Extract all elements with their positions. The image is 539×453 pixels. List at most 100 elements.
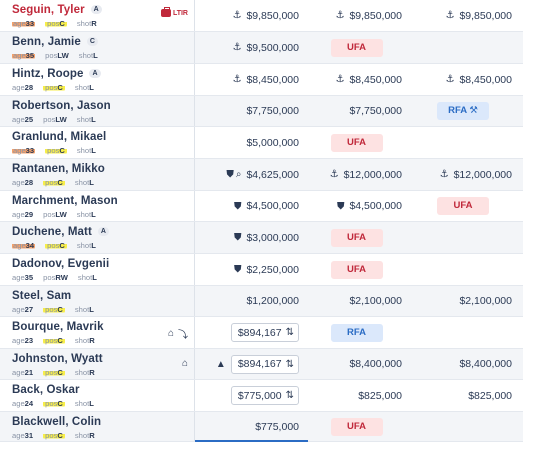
swap-arrows-icon: ⇅: [285, 390, 294, 401]
player-meta: age33 posC shotR: [12, 19, 107, 28]
cap-hit-toggle[interactable]: $894,167 ⇅: [230, 323, 299, 342]
player-name[interactable]: Dadonov, Evgenii: [12, 258, 109, 270]
player-name[interactable]: Seguin, Tyler: [12, 4, 85, 16]
player-name-link[interactable]: Back, Oskar: [12, 384, 80, 396]
pos-highlight: posC: [43, 431, 65, 440]
age-value: 27: [24, 305, 34, 314]
season-cap-cell: $8,400,000: [305, 349, 408, 379]
player-meta: age28 posC shotL: [12, 83, 104, 92]
player-name[interactable]: Johnston, Wyatt: [12, 353, 103, 365]
player-name[interactable]: Steel, Sam: [12, 290, 71, 302]
shot-label: shot: [78, 51, 94, 60]
player-name[interactable]: Granlund, Mikael: [12, 131, 106, 143]
player-name[interactable]: Rantanen, Mikko: [12, 163, 105, 175]
ufa-badge[interactable]: UFA: [437, 197, 489, 215]
player-name-link[interactable]: Marchment, Mason: [12, 195, 118, 207]
player-name[interactable]: Blackwell, Colin: [12, 416, 101, 428]
badge-label: UFA: [347, 231, 366, 243]
season-cap-cell: ⚓ $8,450,000: [305, 64, 408, 95]
season-cap-cell: [408, 127, 518, 158]
age-value: 29: [24, 210, 34, 219]
age-value: 33: [25, 19, 35, 28]
shot-label: shot: [76, 146, 92, 155]
age-field: age27: [12, 305, 33, 314]
age-value: 23: [24, 336, 34, 345]
player-cell: Steel, Sam age27 posC shotL: [0, 286, 195, 316]
shot-value: R: [89, 431, 95, 440]
cap-hit-value: $8,400,000: [349, 358, 402, 370]
season-cap-cell: ⚓ $9,850,000: [195, 0, 305, 31]
season-cap-cell: [408, 32, 518, 63]
ufa-badge[interactable]: UFA: [330, 38, 383, 57]
player-name-link[interactable]: Rantanen, Mikko: [12, 163, 105, 175]
table-row: Hintz, Roope A age28 posC shotL ⚓ $8,450,000 ⚓ $…: [0, 64, 523, 96]
badge-label: UFA: [347, 136, 366, 148]
cap-hit-toggle[interactable]: $894,167 ⇅: [230, 354, 299, 374]
table-row: Dadonov, Evgenii age35 posRW shotL ⛊ $2,250,0…: [0, 254, 523, 286]
age-label: age: [12, 273, 25, 282]
player-name-link[interactable]: Johnston, Wyatt: [12, 353, 103, 365]
age-highlight: age31: [12, 431, 33, 440]
player-name-link[interactable]: Hintz, Roope A: [12, 68, 101, 80]
player-name-link[interactable]: Granlund, Mikael: [12, 131, 106, 143]
player-name[interactable]: Back, Oskar: [12, 384, 80, 396]
shot-value: L: [93, 51, 98, 60]
player-name[interactable]: Robertson, Jason: [12, 100, 111, 112]
anchor-icon: ⚓: [445, 74, 455, 85]
captaincy-badge: C: [86, 37, 99, 46]
season-cap-cell: ⚓ $8,450,000: [408, 64, 518, 95]
player-cell: Duchene, Matt Aage34 posC shotL: [0, 222, 195, 253]
swap-arrows-icon: ⇅: [285, 358, 294, 370]
season-cap-cell: ⛊ $3,000,000: [195, 222, 305, 253]
age-value: 35: [25, 51, 35, 60]
player-name[interactable]: Marchment, Mason: [12, 195, 118, 207]
rfa-badge[interactable]: RFA ⚒: [437, 102, 489, 120]
cap-hit-value: $12,000,000: [453, 168, 512, 181]
shot-value: R: [89, 336, 95, 345]
player-name-link[interactable]: Seguin, Tyler A: [12, 4, 102, 16]
age-highlight: age29: [12, 210, 33, 219]
player-meta: age23 posC shotR: [12, 336, 105, 345]
age-highlight: age24: [12, 399, 33, 408]
pos-field: posC: [43, 368, 65, 377]
cap-hit-value: $825,000: [358, 389, 402, 402]
player-name-link[interactable]: Dadonov, Evgenii: [12, 258, 109, 270]
player-name[interactable]: Benn, Jamie: [12, 36, 81, 48]
rfa-badge[interactable]: RFA: [330, 323, 383, 342]
player-name[interactable]: Hintz, Roope: [12, 68, 83, 80]
ufa-badge[interactable]: UFA: [330, 133, 383, 152]
season-cap-cell: ⛊ $4,500,000: [305, 191, 408, 221]
shot-label: shot: [74, 83, 90, 92]
cap-hit-value: $5,000,000: [246, 136, 299, 149]
player-name[interactable]: Duchene, Matt: [12, 226, 92, 238]
player-name-link[interactable]: Steel, Sam: [12, 290, 71, 302]
pos-value: C: [59, 19, 65, 28]
pos-label: pos: [47, 19, 60, 28]
pos-label: pos: [45, 399, 58, 408]
player-cell: Blackwell, Colin age31 posC shotR: [0, 412, 195, 441]
ufa-badge[interactable]: UFA: [330, 228, 383, 247]
shot-label: shot: [76, 210, 92, 219]
age-field: age31: [12, 431, 33, 440]
ufa-badge[interactable]: UFA: [330, 417, 383, 436]
ufa-badge[interactable]: UFA: [330, 260, 383, 279]
shot-field: shotR: [75, 431, 95, 440]
season-cap-cell: ⚓ $12,000,000: [305, 159, 408, 190]
age-label: age: [12, 178, 25, 187]
captaincy-badge: A: [97, 227, 110, 236]
age-field: age29: [12, 210, 33, 219]
player-name-link[interactable]: Bourque, Mavrik: [12, 321, 104, 333]
shot-value: L: [91, 146, 96, 155]
cap-hit-value: $894,167: [237, 358, 282, 370]
player-name-link[interactable]: Duchene, Matt A: [12, 226, 110, 238]
player-name-link[interactable]: Robertson, Jason: [12, 100, 111, 112]
cap-hit-toggle[interactable]: $775,000 ⇅: [230, 386, 299, 405]
player-name[interactable]: Bourque, Mavrik: [12, 321, 104, 333]
cap-hit-value: $9,500,000: [246, 41, 299, 54]
player-name-link[interactable]: Blackwell, Colin: [12, 416, 101, 428]
pos-highlight: posC: [43, 368, 65, 377]
age-field: age34: [12, 241, 36, 250]
pos-value: C: [57, 368, 63, 377]
player-name-link[interactable]: Benn, Jamie C: [12, 36, 99, 48]
anchor-icon: ⚓: [329, 169, 339, 180]
